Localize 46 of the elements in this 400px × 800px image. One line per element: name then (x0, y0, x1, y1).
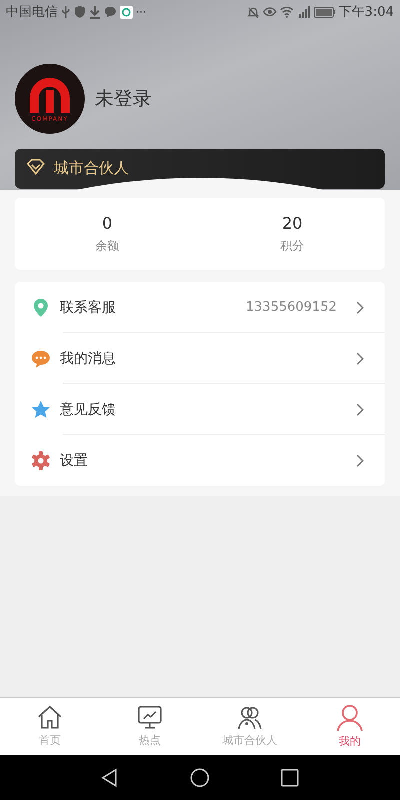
recents-square-icon[interactable] (280, 768, 300, 788)
menu-item[interactable]: 意见反馈 (15, 384, 385, 435)
signal-icon (296, 6, 311, 18)
usb-icon (61, 5, 71, 19)
stat-value: 20 (282, 214, 303, 232)
chat-bubble-icon (104, 6, 117, 18)
menu-label: 设置 (60, 452, 88, 470)
shield-icon (74, 5, 86, 19)
more-notifications: ··· (136, 6, 146, 18)
menu-label: 我的消息 (60, 350, 116, 368)
monitor-chart-icon (137, 705, 163, 731)
back-icon[interactable] (100, 768, 120, 788)
chevron-right-icon (356, 402, 365, 416)
home-circle-icon[interactable] (190, 768, 210, 788)
menu-item[interactable]: 我的消息 (15, 333, 385, 384)
user-name[interactable]: 未登录 (95, 86, 152, 112)
carrier-name: 中国电信 (6, 4, 58, 21)
menu-label: 联系客服 (60, 298, 116, 316)
star-icon (31, 400, 51, 420)
clock-time: 下午3:04 (338, 4, 394, 21)
people-icon (237, 705, 263, 731)
menu-item[interactable]: 设置 (15, 435, 385, 486)
mute-icon (246, 6, 260, 18)
chevron-right-icon (356, 454, 365, 468)
stat-label: 积分 (280, 238, 304, 254)
wifi-icon (280, 6, 294, 18)
phone-number: 13355609152 (246, 300, 337, 315)
settings-icon (31, 450, 51, 470)
stat-value: 0 (102, 214, 113, 232)
chat-bubble-icon (31, 348, 51, 368)
eye-icon (262, 6, 277, 18)
person-icon (336, 704, 364, 732)
battery-icon (314, 6, 336, 18)
chevron-right-icon (356, 300, 365, 314)
menu-label: 意见反馈 (60, 400, 116, 418)
home-icon (37, 705, 63, 731)
stat-label: 余额 (96, 238, 120, 254)
tab-item[interactable]: 我的 (300, 698, 400, 755)
diamond-icon (27, 159, 45, 175)
partner-label: 城市合伙人 (54, 159, 129, 178)
app-icon (120, 6, 133, 18)
download-icon (89, 5, 101, 19)
location-pin-icon (31, 298, 51, 318)
chevron-right-icon (356, 352, 365, 366)
menu-item[interactable]: 联系客服 13355609152 (15, 282, 385, 333)
partner-card[interactable]: 城市合伙人 (15, 149, 385, 189)
